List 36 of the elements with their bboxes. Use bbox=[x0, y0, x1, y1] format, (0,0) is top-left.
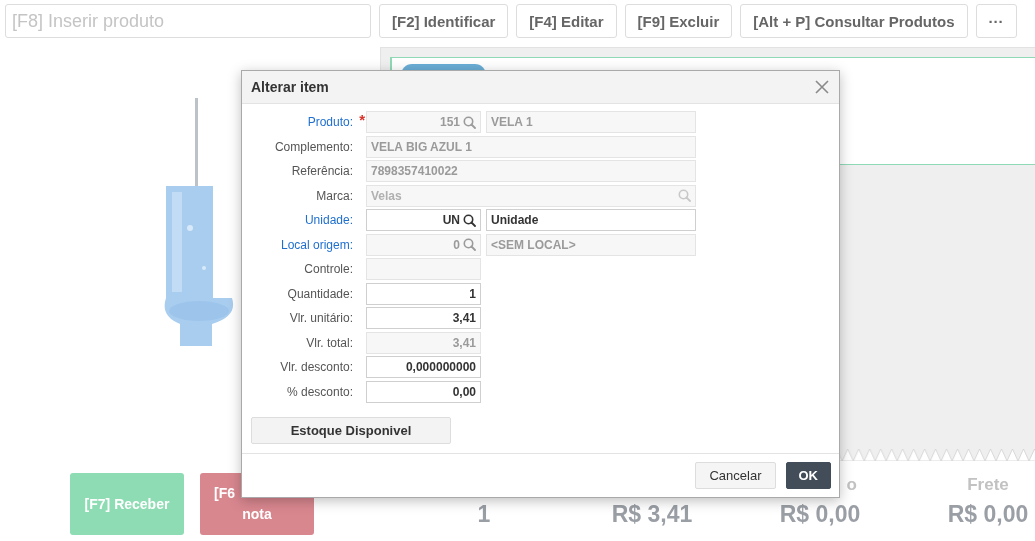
toolbar-button[interactable]: [F2] Identificar bbox=[379, 4, 509, 38]
toolbar-button[interactable]: [Alt + P] Consultar Produtos bbox=[740, 4, 968, 38]
field-label: Controle: bbox=[303, 261, 354, 278]
required-mark: * bbox=[359, 110, 365, 130]
close-icon[interactable] bbox=[815, 80, 829, 94]
field-label: Complemento: bbox=[273, 138, 354, 156]
toolbar-button[interactable]: [F9] Excluir bbox=[624, 4, 733, 38]
field-label[interactable]: Unidade: bbox=[242, 209, 361, 231]
ok-button[interactable]: OK bbox=[785, 461, 831, 489]
product-search-field[interactable]: [F8] Inserir produto bbox=[5, 4, 371, 38]
toolbar-button[interactable]: ··· bbox=[975, 4, 1017, 38]
field-label: Vlr. desconto: bbox=[279, 359, 354, 376]
field-label: Marca: bbox=[315, 187, 354, 205]
field-label: Quantidade: bbox=[286, 285, 354, 303]
total-value: R$ 0,00 bbox=[779, 501, 861, 528]
stock-button[interactable]: Estoque Disponivel bbox=[251, 416, 451, 444]
input-field[interactable]: 0,00 bbox=[366, 380, 481, 403]
total-value: R$ 0,00 bbox=[947, 501, 1029, 528]
field-label: Vlr. unitário: bbox=[288, 310, 354, 327]
input-field[interactable]: Unidade bbox=[486, 209, 696, 231]
field-label[interactable]: Local origem: bbox=[242, 233, 361, 256]
field-label: Referência: bbox=[290, 163, 354, 180]
field-label: % desconto: bbox=[285, 383, 354, 401]
input-field[interactable]: 0,000000000 bbox=[366, 356, 481, 378]
field-label: Vlr. total: bbox=[305, 334, 354, 352]
total-label: Frete bbox=[967, 474, 1009, 496]
total-value: 1 bbox=[477, 501, 491, 528]
input-field[interactable]: 1 bbox=[366, 282, 481, 305]
cancel-button[interactable]: Cancelar bbox=[695, 461, 776, 489]
total-label: o bbox=[846, 474, 857, 496]
total-value: R$ 3,41 bbox=[611, 501, 693, 528]
toolbar-button[interactable]: [F4] Editar bbox=[516, 4, 617, 38]
dialog-title: Alterar item bbox=[251, 79, 329, 95]
input-field[interactable]: 3,41 bbox=[366, 307, 481, 329]
input-field[interactable]: UN bbox=[366, 209, 481, 231]
search-icon[interactable] bbox=[463, 213, 476, 227]
